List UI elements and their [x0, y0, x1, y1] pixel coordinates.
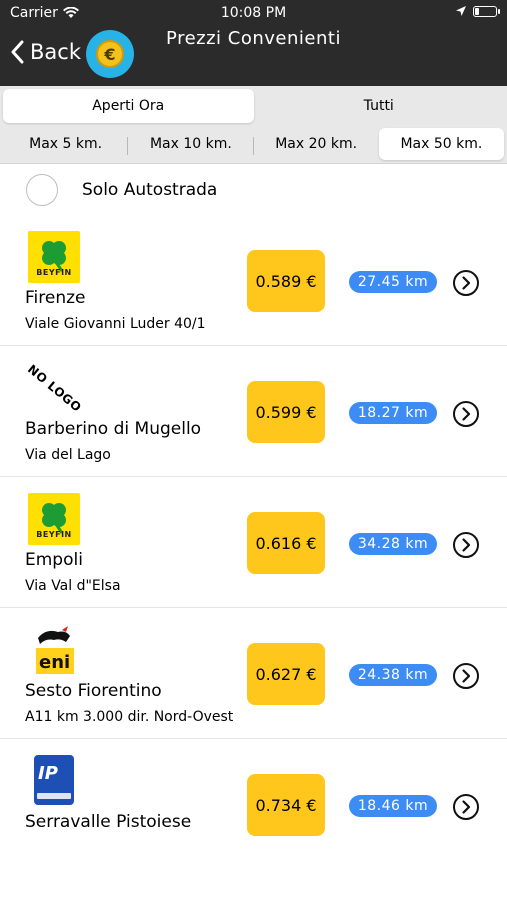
station-row[interactable]: BEYFIN Empoli Via Val d"Elsa 0.616 € 34.…: [0, 477, 507, 608]
distance-badge: 18.27 km: [349, 402, 437, 424]
station-city: Sesto Fiorentino: [25, 681, 162, 701]
chevron-right-circle-icon[interactable]: [452, 269, 480, 297]
station-list: BEYFIN Firenze Viale Giovanni Luder 40/1…: [0, 215, 507, 870]
distance-badge: 24.38 km: [349, 664, 437, 686]
page-title: Prezzi Convenienti: [166, 28, 341, 49]
station-city: Serravalle Pistoiese: [25, 812, 192, 832]
segment-all[interactable]: Tutti: [254, 89, 505, 123]
location-arrow-icon: [456, 6, 466, 16]
brand-logo: IP: [28, 755, 80, 807]
station-address: Via Val d"Elsa: [25, 578, 121, 594]
price-badge: 0.627 €: [247, 643, 325, 705]
status-bar: Carrier 10:08 PM: [0, 0, 507, 28]
station-city: Barberino di Mugello: [25, 419, 202, 439]
segment-max-5km[interactable]: Max 5 km.: [3, 128, 129, 160]
battery-icon: [473, 5, 500, 17]
brand-logo: eni: [28, 624, 80, 676]
eni-logo-icon: eni: [36, 626, 74, 674]
station-city: Firenze: [25, 288, 86, 308]
highway-only-checkbox[interactable]: [26, 174, 58, 206]
brand-logo: NO LOGO: [25, 362, 84, 415]
station-city: Empoli: [25, 550, 83, 570]
segment-max-10km[interactable]: Max 10 km.: [128, 128, 254, 160]
segment-max-20km[interactable]: Max 20 km.: [254, 128, 379, 160]
top-bar: Carrier 10:08 PM Back € Prezzi Convenien…: [0, 0, 507, 86]
status-right: [455, 5, 500, 17]
station-address: Via del Lago: [25, 447, 111, 463]
chevron-right-circle-icon[interactable]: [452, 531, 480, 559]
distance-badge: 27.45 km: [349, 271, 437, 293]
highway-only-option[interactable]: Solo Autostrada: [26, 174, 217, 206]
station-row[interactable]: NO LOGO Barberino di Mugello Via del Lag…: [0, 346, 507, 477]
battery-fill: [475, 7, 479, 15]
price-badge: 0.734 €: [247, 774, 325, 836]
distance-filter-segmented-control: Max 5 km. Max 10 km. Max 20 km. Max 50 k…: [0, 126, 507, 164]
status-time: 10:08 PM: [220, 5, 287, 21]
station-address: Viale Giovanni Luder 40/1: [25, 316, 206, 332]
station-row[interactable]: IP Serravalle Pistoiese 0.734 € 18.46 km: [0, 739, 507, 870]
station-row[interactable]: BEYFIN Firenze Viale Giovanni Luder 40/1…: [0, 215, 507, 346]
segment-max-50km[interactable]: Max 50 km.: [378, 128, 504, 160]
brand-logo: BEYFIN: [28, 231, 80, 283]
chevron-right-circle-icon[interactable]: [452, 662, 480, 690]
no-logo-label: NO LOGO: [25, 362, 85, 415]
chevron-right-circle-icon[interactable]: [452, 793, 480, 821]
segment-open-now[interactable]: Aperti Ora: [3, 89, 254, 123]
beyfin-logo-icon: BEYFIN: [28, 493, 80, 545]
svg-text:eni: eni: [39, 652, 70, 673]
chevron-right-circle-icon[interactable]: [452, 400, 480, 428]
price-badge: 0.589 €: [247, 250, 325, 312]
distance-badge: 34.28 km: [349, 533, 437, 555]
price-badge: 0.599 €: [247, 381, 325, 443]
station-address: A11 km 3.000 dir. Nord-Ovest: [25, 709, 234, 725]
price-badge: 0.616 €: [247, 512, 325, 574]
highway-only-label: Solo Autostrada: [82, 180, 218, 200]
brand-logo: BEYFIN: [28, 493, 80, 545]
ip-logo-icon: IP: [34, 755, 74, 805]
open-filter-segmented-control: Aperti Ora Tutti: [0, 86, 507, 126]
distance-badge: 18.46 km: [349, 795, 437, 817]
beyfin-logo-icon: BEYFIN: [28, 231, 80, 283]
station-row[interactable]: eni Sesto Fiorentino A11 km 3.000 dir. N…: [0, 608, 507, 739]
